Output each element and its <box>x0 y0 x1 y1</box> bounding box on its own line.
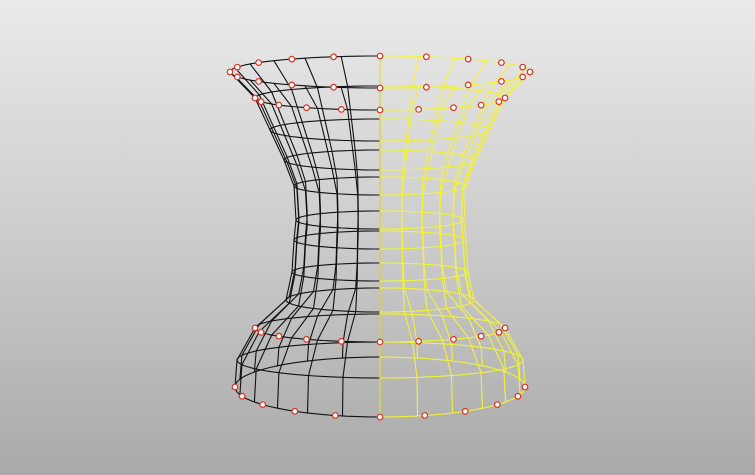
control-point-15[interactable] <box>376 52 384 60</box>
control-point-5[interactable] <box>376 84 384 92</box>
control-point-13[interactable] <box>288 55 296 63</box>
meridian-right-5[interactable] <box>401 86 420 417</box>
control-point-39[interactable] <box>275 332 283 340</box>
control-point-25[interactable] <box>376 106 384 114</box>
control-point-26[interactable] <box>338 105 345 113</box>
control-point-49[interactable] <box>291 407 299 415</box>
meridian-left-8[interactable] <box>304 85 339 414</box>
control-point-47[interactable] <box>376 413 384 421</box>
control-point-45[interactable] <box>461 407 469 415</box>
meridian-left-7[interactable] <box>340 86 359 417</box>
control-point-16[interactable] <box>423 53 430 61</box>
control-point-29[interactable] <box>257 98 265 106</box>
control-point-42[interactable] <box>521 383 529 391</box>
meridian-left-13[interactable] <box>234 67 300 380</box>
control-point-41[interactable] <box>251 324 259 332</box>
control-point-23[interactable] <box>450 104 457 112</box>
control-point-50[interactable] <box>259 401 267 409</box>
control-point-11[interactable] <box>233 63 241 71</box>
control-point-12[interactable] <box>255 59 263 66</box>
control-point-19[interactable] <box>519 63 527 71</box>
control-point-44[interactable] <box>493 401 501 409</box>
control-point-14[interactable] <box>330 53 338 61</box>
control-point-21[interactable] <box>495 98 503 106</box>
viewport-3d[interactable] <box>0 0 755 475</box>
control-point-43[interactable] <box>514 392 522 400</box>
meridian-left-12[interactable] <box>229 71 297 388</box>
control-point-22[interactable] <box>477 101 485 109</box>
control-point-24[interactable] <box>415 105 423 113</box>
control-point-3[interactable] <box>464 81 472 89</box>
control-point-1[interactable] <box>519 73 527 81</box>
control-point-46[interactable] <box>421 412 429 419</box>
wireframe-scene[interactable] <box>0 0 755 475</box>
control-point-0[interactable] <box>526 68 534 76</box>
control-point-48[interactable] <box>331 412 339 419</box>
control-point-2[interactable] <box>498 77 505 85</box>
control-point-10[interactable] <box>226 68 234 76</box>
control-point-38[interactable] <box>303 335 310 343</box>
control-point-52[interactable] <box>231 383 239 391</box>
control-point-37[interactable] <box>338 337 345 345</box>
control-point-51[interactable] <box>238 392 246 400</box>
control-point-33[interactable] <box>477 332 485 340</box>
control-point-28[interactable] <box>275 101 283 109</box>
control-point-40[interactable] <box>257 328 265 336</box>
meridian-right-4[interactable] <box>421 85 456 414</box>
control-point-27[interactable] <box>303 104 310 112</box>
control-point-9[interactable] <box>233 73 241 81</box>
control-point-17[interactable] <box>464 55 472 63</box>
control-point-20[interactable] <box>501 94 509 102</box>
control-point-36[interactable] <box>376 338 384 346</box>
control-point-34[interactable] <box>450 335 457 343</box>
meridian-right-23[interactable] <box>460 67 526 380</box>
control-point-35[interactable] <box>415 337 423 345</box>
control-point-8[interactable] <box>255 77 263 85</box>
control-point-6[interactable] <box>330 83 338 91</box>
control-point-31[interactable] <box>501 324 509 332</box>
control-point-18[interactable] <box>498 59 505 66</box>
control-point-4[interactable] <box>423 83 430 91</box>
meridian-right-0[interactable] <box>463 71 531 388</box>
control-point-32[interactable] <box>495 328 503 336</box>
control-point-30[interactable] <box>251 94 259 102</box>
control-point-7[interactable] <box>288 81 296 89</box>
